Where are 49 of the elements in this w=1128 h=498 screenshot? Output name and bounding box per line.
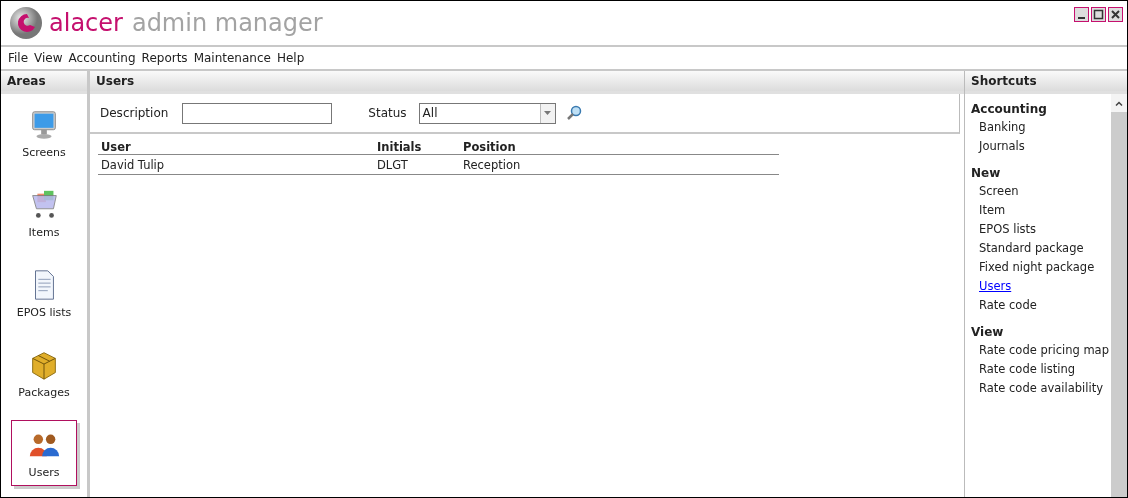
shortcut-link[interactable]: Rate code availability [971,379,1103,398]
shortcut-link[interactable]: Journals [971,137,1025,156]
shortcut-link[interactable]: Fixed night package [971,258,1095,277]
menu-item[interactable]: Reports [138,51,191,65]
area-item[interactable]: Items [11,180,77,246]
brand-name: alacer [49,9,123,37]
shortcut-group-title: Accounting [971,102,1048,116]
shortcut-link[interactable]: Rate code listing [971,360,1076,379]
panel-header: Areas [1,71,87,94]
area-item[interactable]: Screens [11,100,77,166]
column-header: Position [460,138,779,155]
search-icon[interactable] [565,105,582,121]
panel-header: Shortcuts [965,71,1127,94]
shortcut-link[interactable]: Standard package [971,239,1084,258]
logo-icon [9,6,43,40]
table-cell: David Tulip [98,154,374,175]
area-item[interactable]: EPOS lists [11,260,77,326]
maximize-button[interactable] [1091,7,1106,22]
description-field[interactable] [182,102,333,124]
caret-icon[interactable] [544,111,552,115]
description-label: Description [100,106,169,120]
menu-item[interactable]: File [5,51,32,65]
shortcut-link[interactable]: EPOS lists [971,220,1037,239]
menu-item[interactable]: Help [273,51,308,65]
panel-header: Users [90,71,964,94]
table-cell: DLGT [374,154,460,175]
shortcut-link[interactable]: Banking [971,118,1026,137]
menu-item[interactable]: View [31,51,66,65]
close-button[interactable] [1108,7,1123,22]
shortcut-link[interactable]: Item [971,201,1006,220]
shortcut-group-title: New [971,166,1002,180]
shortcut-link[interactable]: Screen [971,182,1019,201]
status-label: Status [368,106,407,120]
column-header: User [98,138,374,155]
window-title: admin manager [131,9,323,37]
shortcut-link[interactable]: Users [971,277,1012,296]
scrollbar[interactable] [1111,94,1127,497]
menu-item[interactable]: Accounting [65,51,139,65]
minimize-button[interactable] [1074,7,1089,22]
area-item[interactable]: Packages [11,340,77,406]
table-cell: Reception [460,154,779,175]
shortcut-link[interactable]: Rate code pricing map [971,341,1109,360]
scroll-up-icon[interactable] [1115,100,1123,106]
area-item[interactable]: Users [11,420,77,486]
shortcut-link[interactable]: Rate code [971,296,1037,315]
column-header: Initials [374,138,460,155]
status-dropdown[interactable]: All [418,102,556,124]
menu-item[interactable]: Maintenance [190,51,274,65]
shortcut-group-title: View [971,325,1005,339]
